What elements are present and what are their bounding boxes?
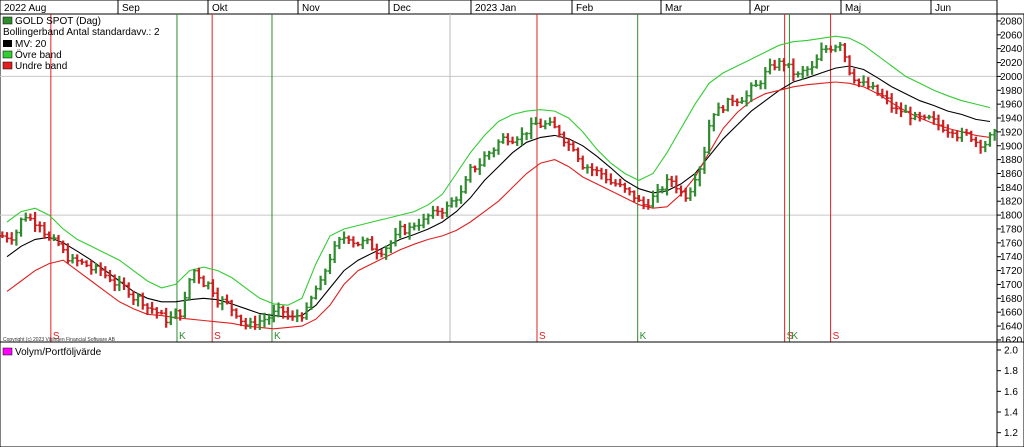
y-tick-label: 1780 [1000, 224, 1023, 235]
y-tick-label: 1700 [1000, 280, 1023, 291]
price-panel [0, 13, 998, 343]
legend-volume: Volym/Portföljvärde [15, 347, 102, 358]
signal-label: K [791, 331, 798, 342]
x-tick-label: 2023 Jan [475, 3, 516, 14]
y-tick-label: 1840 [1000, 183, 1023, 194]
signal-label: K [274, 331, 281, 342]
y-tick-label: 1920 [1000, 127, 1023, 138]
chart-canvas: 2022 Aug Sep Okt Nov Dec 2023 Jan Feb Mar Apr Maj… [0, 0, 1024, 447]
y-tick-label: 1640 [1000, 322, 1023, 333]
y-tick-label: 1660 [1000, 308, 1023, 319]
volume-legend: Volym/Portföljvärde [2, 347, 102, 358]
y-tick-label: 1960 [1000, 100, 1023, 111]
y-tick-label: 1820 [1000, 197, 1023, 208]
legend-swatch-mv [3, 40, 12, 47]
x-tick-label: Okt [212, 3, 228, 14]
volume-tick-label: 1.2 [1004, 428, 1018, 439]
legend-lower-band: Undre band [15, 61, 67, 72]
signal-label: S [539, 331, 546, 342]
y-tick-label: 2040 [1000, 44, 1023, 55]
legend-swatch-lower [2, 61, 13, 70]
x-tick-label: Apr [754, 3, 770, 14]
copyright-text: Copyright (c) 2023 Vikingen Financial So… [3, 337, 116, 343]
volume-panel [0, 341, 998, 447]
y-tick-label: 2060 [1000, 30, 1023, 41]
legend-swatch-volume [2, 347, 13, 356]
legend-swatch-upper [2, 50, 13, 59]
volume-tick-label: 1.4 [1004, 408, 1018, 419]
x-tick-label: Dec [393, 3, 411, 14]
legend-gold-spot: GOLD SPOT (Dag) [15, 16, 101, 27]
legend-mv: MV: 20 [15, 39, 47, 50]
y-tick-label: 1740 [1000, 252, 1023, 263]
y-tick-label: 2020 [1000, 58, 1023, 69]
y-tick-label: 1900 [1000, 141, 1023, 152]
legend-upper-band: Övre band [15, 49, 62, 61]
y-tick-label: 1940 [1000, 114, 1023, 125]
signal-label: S [833, 331, 840, 342]
y-tick-label: 1680 [1000, 294, 1023, 305]
volume-tick-label: 2.0 [1004, 346, 1018, 357]
volume-tick-label: 1.8 [1004, 366, 1018, 377]
y-tick-label: 1760 [1000, 238, 1023, 249]
x-tick-label: Sep [122, 3, 140, 14]
x-tick-label: 2022 Aug [4, 3, 46, 14]
x-tick-label: Jun [935, 3, 951, 14]
y-tick-label: 1880 [1000, 155, 1023, 166]
x-tick-label: Feb [576, 3, 594, 14]
y-tick-label: 1800 [1000, 211, 1023, 222]
y-tick-label: 1720 [1000, 266, 1023, 277]
signal-label: K [640, 331, 647, 342]
signal-label: S [214, 331, 221, 342]
x-tick-label: Maj [845, 3, 861, 14]
signal-label: K [179, 331, 186, 342]
y-tick-label: 1980 [1000, 86, 1023, 97]
y-tick-label: 1860 [1000, 169, 1023, 180]
x-tick-label: Nov [302, 3, 320, 14]
legend-bollinger: Bollingerband Antal standardavv.: 2 [3, 27, 160, 38]
volume-tick-label: 1.6 [1004, 387, 1018, 398]
y-tick-label: 2080 [1000, 16, 1023, 27]
x-tick-label: Mar [665, 3, 683, 14]
y-tick-label: 2000 [1000, 72, 1023, 83]
legend-swatch-gold [2, 16, 13, 25]
